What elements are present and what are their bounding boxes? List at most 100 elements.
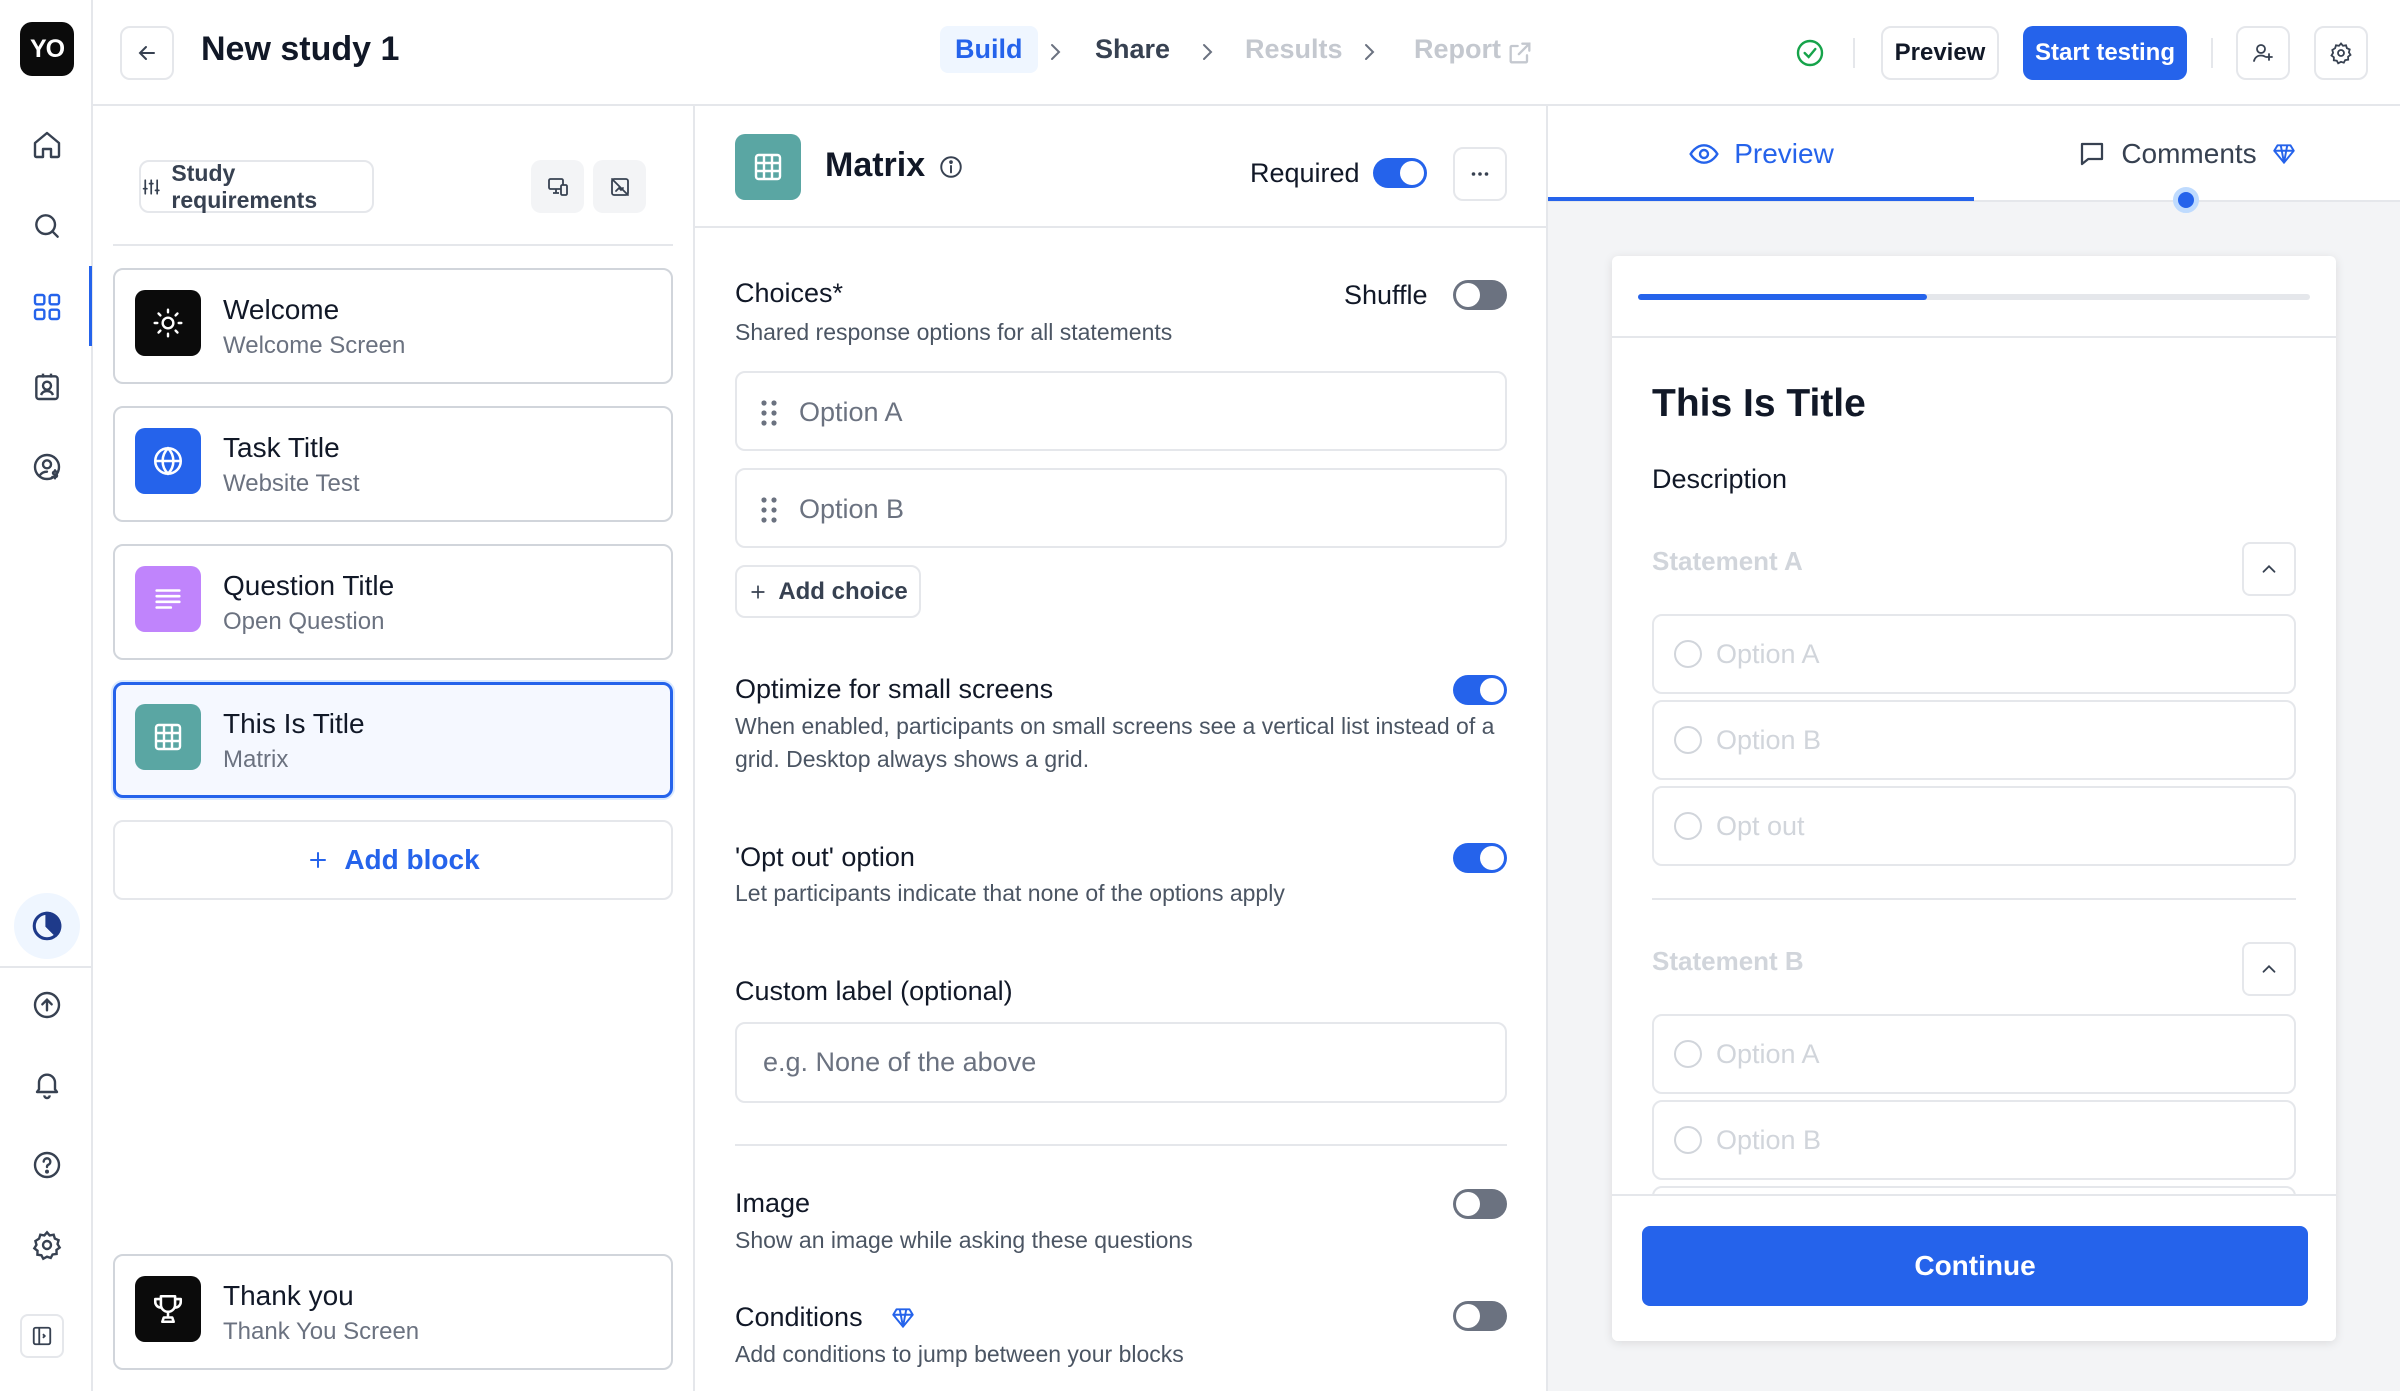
home-nav-button[interactable] [24,122,70,168]
collapse-sidebar-button[interactable] [20,1314,64,1358]
option-label: Option A [1716,638,1820,669]
optimize-label: Optimize for small screens [735,674,1054,704]
image-toggle[interactable] [1453,1189,1507,1219]
toggle-knob [1456,283,1480,307]
block-editor: Matrix Required Choices* Shared response… [695,106,1548,1391]
hide-media-button[interactable] [593,160,646,213]
preview-option[interactable]: Opt out [1652,786,2296,866]
step-share[interactable]: Share [1095,34,1170,65]
search-nav-button[interactable] [24,203,70,249]
block-title: Question Title [223,570,395,601]
choice-text[interactable]: Option B [799,494,904,525]
choice-row[interactable]: Option A [735,371,1507,451]
preview-option[interactable]: Option A [1652,614,2296,694]
drag-handle-icon[interactable] [759,496,779,524]
option-label: Opt out [1716,810,1805,841]
diamond-premium-icon [2272,144,2295,164]
preview-button[interactable]: Preview [1881,26,1999,80]
chevron-right-icon [1365,44,1375,60]
contact-card-icon [35,373,59,401]
radio-button[interactable] [1674,726,1702,754]
add-block-button[interactable]: Add block [113,820,673,900]
rail-active-indicator [89,266,92,346]
study-settings-button[interactable] [2314,26,2368,80]
preview-description: Description [1652,464,1788,494]
block-subtitle: Website Test [223,470,360,497]
radio-button[interactable] [1674,640,1702,668]
globe-icon [135,428,201,494]
participants-nav-button[interactable] [24,364,70,410]
help-nav-button[interactable] [24,1142,70,1188]
blocks-divider [113,244,673,246]
pie-chart-icon [32,911,62,941]
top-bar: New study 1 Build Share Results Report P… [93,0,2400,106]
step-build[interactable]: Build [940,26,1038,73]
preview-option[interactable]: Option B [1652,700,2296,780]
radio-button[interactable] [1674,812,1702,840]
rail-divider [0,966,93,968]
app-logo[interactable]: YO [20,22,74,76]
usage-nav-button[interactable] [14,893,80,959]
optimize-description: When enabled, participants on small scre… [735,713,1495,772]
study-title[interactable]: New study 1 [201,30,399,69]
study-requirements-label: Study requirements [171,159,318,213]
gear-icon [2330,42,2352,65]
upgrade-nav-button[interactable] [24,982,70,1028]
radio-button[interactable] [1674,1126,1702,1154]
preview-option[interactable]: Option A [1652,1014,2296,1094]
tab-preview[interactable]: Preview [1548,106,1974,202]
choice-row[interactable]: Option B [735,468,1507,548]
device-preview-button[interactable] [531,160,584,213]
block-card-welcome[interactable]: Welcome Welcome Screen [113,268,673,384]
search-icon [35,214,59,238]
step-report: Report [1414,34,1501,64]
comments-indicator-dot [2173,187,2199,213]
external-link-icon [1509,42,1531,64]
billing-nav-button[interactable] [24,444,70,490]
toggle-knob [1456,1192,1480,1216]
option-label: Option A [1716,1038,1820,1069]
block-subtitle: Open Question [223,608,385,635]
drag-handle-icon[interactable] [759,399,779,427]
choice-text[interactable]: Option A [799,397,903,428]
toggle-knob [1480,846,1504,870]
collapse-statement-button[interactable] [2242,942,2296,996]
required-toggle[interactable] [1373,158,1427,188]
tab-comments-label: Comments [2121,138,2257,169]
block-card-question[interactable]: Question Title Open Question [113,544,673,660]
topbar-divider [1853,38,1855,68]
conditions-toggle[interactable] [1453,1301,1507,1331]
more-options-button[interactable] [1453,147,1507,201]
notifications-nav-button[interactable] [24,1061,70,1107]
invite-button[interactable] [2236,26,2290,80]
block-card-matrix[interactable]: This Is Title Matrix [113,682,673,798]
shuffle-label: Shuffle [1344,280,1428,310]
preview-option[interactable]: Option B [1652,1100,2296,1180]
arrow-left-icon [138,46,155,60]
custom-label-input[interactable] [735,1022,1507,1103]
plus-icon [310,852,327,868]
collapse-statement-button[interactable] [2242,542,2296,596]
optout-toggle[interactable] [1453,843,1507,873]
blocks-panel: Study requirements Welcome Welcome Scree… [93,106,695,1391]
add-choice-button[interactable]: Add choice [735,565,921,618]
image-label: Image [735,1188,811,1218]
studies-nav-button[interactable] [24,284,70,330]
back-button[interactable] [120,26,174,80]
help-icon [33,1151,61,1179]
info-icon[interactable] [938,154,964,180]
chevron-right-icon [1051,44,1061,60]
radio-button[interactable] [1674,1040,1702,1068]
block-card-task[interactable]: Task Title Website Test [113,406,673,522]
settings-nav-button[interactable] [24,1222,70,1268]
start-testing-button[interactable]: Start testing [2023,26,2187,80]
progress-bar [1638,294,2310,300]
shuffle-toggle[interactable] [1453,280,1507,310]
block-card-thank-you[interactable]: Thank you Thank You Screen [113,1254,673,1370]
optimize-toggle[interactable] [1453,675,1507,705]
study-requirements-button[interactable]: Study requirements [139,160,374,213]
add-choice-label: Add choice [778,577,908,605]
image-off-icon [610,177,629,196]
home-icon [33,131,61,159]
continue-button[interactable]: Continue [1642,1226,2308,1306]
